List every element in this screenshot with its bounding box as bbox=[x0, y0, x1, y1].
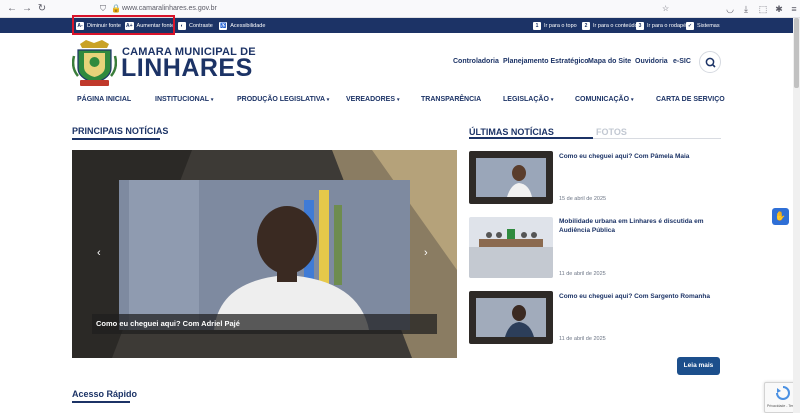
go-footer-label: Ir para o rodapé bbox=[647, 22, 687, 29]
go-top-key: 1 bbox=[533, 21, 541, 30]
carousel-prev-icon[interactable]: ‹ bbox=[97, 247, 101, 259]
systems-icon: ✓ bbox=[686, 21, 694, 30]
hero-carousel[interactable]: ‹ › Como eu cheguei aqui? Com Adriel Paj… bbox=[72, 150, 457, 358]
hero-photo bbox=[119, 180, 410, 330]
menu-pagina-inicial[interactable]: PÁGINA INICIAL bbox=[77, 96, 131, 103]
bookmark-star-icon[interactable]: ☆ bbox=[662, 3, 669, 15]
font-controls-highlight bbox=[72, 15, 175, 35]
caret-down-icon: ▾ bbox=[631, 97, 634, 103]
news-thumb-2[interactable] bbox=[469, 217, 553, 278]
caret-down-icon: ▾ bbox=[326, 97, 330, 103]
menu-comunicacao[interactable]: COMUNICAÇÃO ▾ bbox=[575, 96, 634, 103]
menu-producao-label: PRODUÇÃO LEGISLATIVA bbox=[237, 96, 325, 103]
news-title-1[interactable]: Como eu cheguei aqui? Com Pâmela Maia bbox=[559, 152, 719, 161]
menu-producao-legislativa[interactable]: PRODUÇÃO LEGISLATIVA ▾ bbox=[237, 96, 329, 103]
brand-title-line2: LINHARES bbox=[121, 54, 253, 82]
menu-carta-label: CARTA DE SERVIÇO bbox=[656, 96, 725, 103]
menu-institucional[interactable]: INSTITUCIONAL ▾ bbox=[155, 96, 213, 103]
accessibility-button[interactable]: ♿ Acessibilidade bbox=[219, 20, 265, 31]
header-link-planejamento[interactable]: Planejamento Estratégico bbox=[503, 58, 589, 65]
news-date-2: 11 de abril de 2025 bbox=[559, 271, 606, 277]
pocket-icon[interactable]: ◡ bbox=[724, 3, 736, 15]
news-thumb-1[interactable] bbox=[469, 151, 553, 204]
news-thumb-3[interactable] bbox=[469, 291, 553, 344]
hero-caption[interactable]: Como eu cheguei aqui? Com Adriel Pajé bbox=[96, 319, 240, 328]
news-title-3[interactable]: Como eu cheguei aqui? Com Sargento Roman… bbox=[559, 292, 719, 301]
address-bar[interactable]: ⛉ 🔒 www.camaralinhares.es.gov.br ☆ bbox=[96, 2, 676, 16]
hero-caption-box[interactable]: Como eu cheguei aqui? Com Adriel Pajé bbox=[92, 314, 437, 334]
caret-down-icon: ▾ bbox=[550, 97, 554, 103]
quick-access-underline bbox=[72, 401, 130, 403]
read-more-button[interactable]: Leia mais bbox=[677, 357, 720, 375]
contrast-button[interactable]: ◐ Contraste bbox=[178, 20, 213, 31]
news-image-1 bbox=[469, 151, 553, 204]
shield-icon[interactable]: ⛉ bbox=[100, 3, 106, 15]
header-link-mapa-do-site[interactable]: Mapa do Site bbox=[588, 58, 631, 65]
tab-active-underline bbox=[469, 137, 593, 139]
forward-arrow-icon[interactable]: → bbox=[21, 3, 33, 15]
lock-icon[interactable]: 🔒 bbox=[111, 3, 121, 15]
news-image-3 bbox=[469, 291, 553, 344]
header-link-controladoria[interactable]: Controladoria bbox=[453, 58, 499, 65]
menu-legislacao[interactable]: LEGISLAÇÃO ▾ bbox=[503, 96, 553, 103]
menu-transparencia[interactable]: TRANSPARÊNCIA bbox=[421, 96, 481, 103]
menu-vereadores[interactable]: VEREADORES ▾ bbox=[346, 96, 399, 103]
menu-institucional-label: INSTITUCIONAL bbox=[155, 96, 209, 103]
menu-legislacao-label: LEGISLAÇÃO bbox=[503, 96, 549, 103]
extension-icon[interactable]: ⬚ bbox=[757, 3, 769, 15]
main-news-title: PRINCIPAIS NOTÍCIAS bbox=[72, 126, 169, 136]
go-footer-key: 3 bbox=[636, 21, 644, 30]
tab-photos[interactable]: FOTOS bbox=[596, 127, 627, 137]
scrollbar-thumb[interactable] bbox=[794, 18, 799, 88]
go-content-link[interactable]: 2 Ir para o conteúdo bbox=[582, 20, 638, 31]
caret-down-icon: ▾ bbox=[396, 97, 400, 103]
header-link-ouvidoria[interactable]: Ouvidoria bbox=[635, 58, 668, 65]
go-content-label: Ir para o conteúdo bbox=[593, 22, 638, 29]
news-image-2 bbox=[469, 217, 553, 278]
accessibility-icon: ♿ bbox=[219, 21, 228, 30]
menu-carta-de-servico[interactable]: CARTA DE SERVIÇO bbox=[656, 96, 725, 103]
translate-widget-button[interactable]: ✋ bbox=[772, 208, 789, 225]
back-arrow-icon[interactable]: ← bbox=[6, 3, 18, 15]
hero-person-image bbox=[119, 180, 410, 330]
go-top-link[interactable]: 1 Ir para o topo bbox=[533, 20, 577, 31]
quick-access-title: Acesso Rápido bbox=[72, 389, 138, 399]
contrast-icon: ◐ bbox=[178, 21, 186, 30]
coat-of-arms-logo bbox=[72, 40, 117, 86]
main-news-underline bbox=[72, 138, 160, 140]
menu-vereadores-label: VEREADORES bbox=[346, 96, 396, 103]
menu-icon[interactable]: ≡ bbox=[788, 3, 800, 15]
extensions-puzzle-icon[interactable]: ✱ bbox=[773, 3, 785, 15]
tab-latest-news[interactable]: ÚLTIMAS NOTÍCIAS bbox=[469, 127, 554, 137]
page-scrollbar[interactable] bbox=[793, 18, 800, 413]
accessibility-label: Acessibilidade bbox=[230, 22, 266, 29]
news-title-2[interactable]: Mobilidade urbana em Linhares é discutid… bbox=[559, 217, 719, 235]
carousel-next-icon[interactable]: › bbox=[424, 247, 428, 259]
menu-transparencia-label: TRANSPARÊNCIA bbox=[421, 96, 482, 103]
menu-pagina-inicial-label: PÁGINA INICIAL bbox=[77, 96, 132, 103]
go-top-label: Ir para o topo bbox=[544, 22, 577, 29]
contrast-label: Contraste bbox=[189, 22, 213, 29]
header-link-esic[interactable]: e-SIC bbox=[673, 58, 691, 65]
search-button[interactable] bbox=[699, 51, 721, 73]
translate-icon: ✋ bbox=[774, 211, 787, 221]
go-content-key: 2 bbox=[582, 21, 590, 30]
download-icon[interactable]: ⤓ bbox=[740, 3, 752, 15]
reload-icon[interactable]: ↻ bbox=[36, 3, 48, 15]
news-date-3: 11 de abril de 2025 bbox=[559, 336, 606, 342]
menu-comunicacao-label: COMUNICAÇÃO bbox=[575, 96, 630, 103]
news-date-1: 15 de abril de 2025 bbox=[559, 196, 607, 202]
url-text[interactable]: www.camaralinhares.es.gov.br bbox=[122, 3, 217, 15]
systems-link[interactable]: ✓ Sistemas bbox=[686, 20, 720, 31]
search-icon bbox=[705, 57, 716, 68]
caret-down-icon: ▾ bbox=[210, 97, 214, 103]
go-footer-link[interactable]: 3 Ir para o rodapé bbox=[636, 20, 686, 31]
systems-label: Sistemas bbox=[697, 22, 720, 29]
